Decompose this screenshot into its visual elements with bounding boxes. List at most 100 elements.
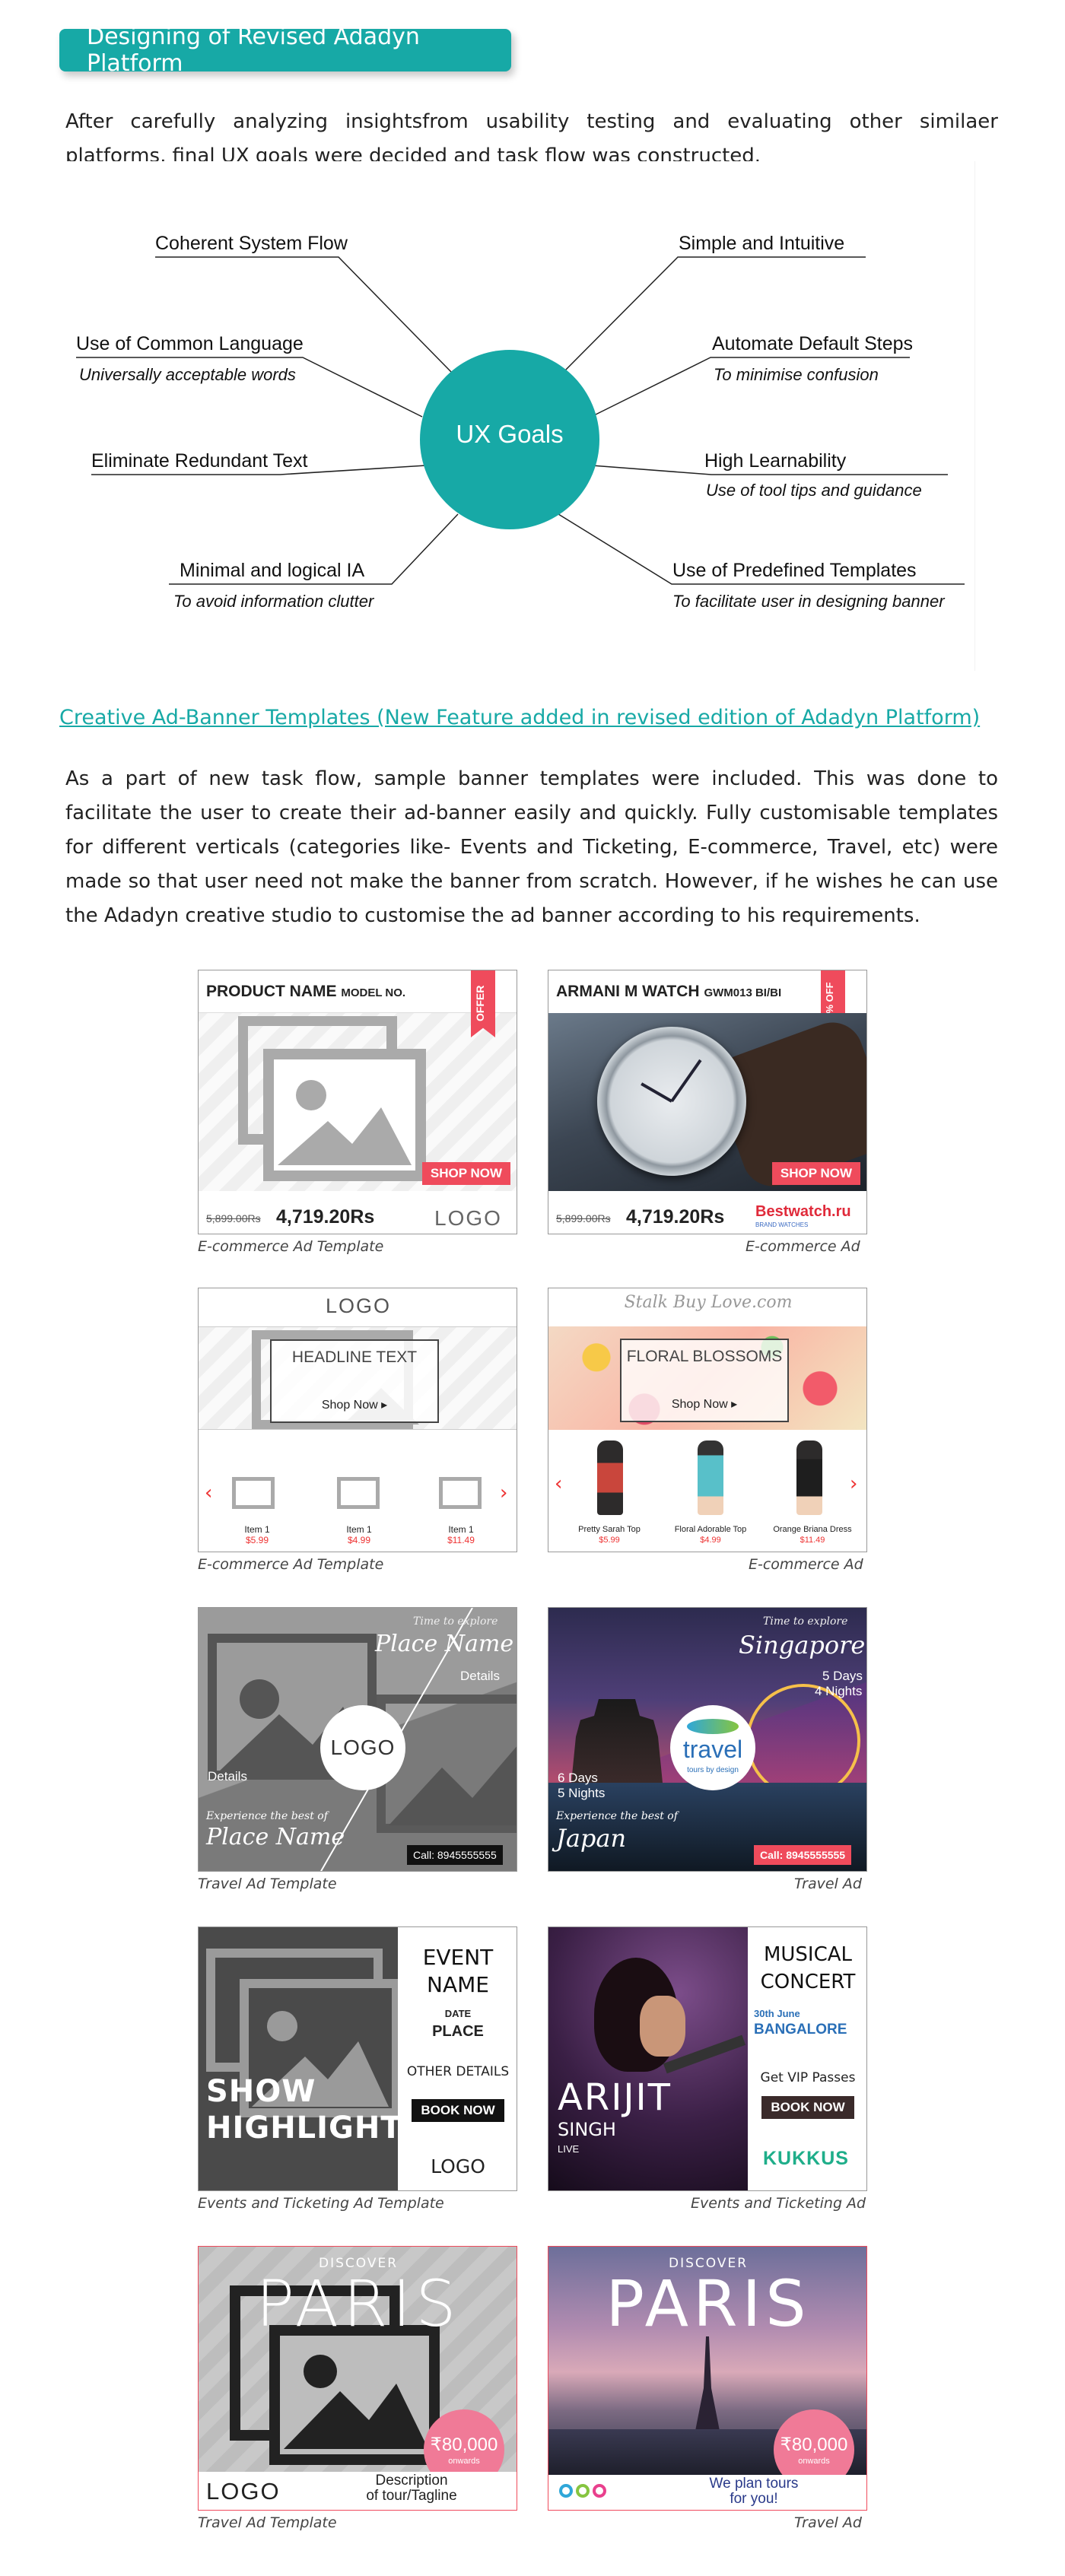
brand-logo: Bestwatch.ru bbox=[755, 1203, 851, 1220]
banner-event: ARIJIT SINGH LIVE MUSICAL CONCERT 30th Ju… bbox=[548, 1926, 867, 2191]
brand-logo-icon bbox=[559, 2484, 608, 2502]
shop-now-link: Shop Now ▸ bbox=[321, 1399, 388, 1412]
logo-subtext: tours by design bbox=[687, 1766, 739, 1774]
brand-logo: Stalk Buy Love.com bbox=[624, 1293, 793, 1312]
old-price: 5,899.00Rs bbox=[556, 1212, 611, 1224]
logo-text: LOGO bbox=[206, 2478, 281, 2505]
templates-section-link[interactable]: Creative Ad-Banner Templates (New Featur… bbox=[59, 706, 980, 729]
floral-hero: FLORAL BLOSSOMS Shop Now ▸ bbox=[548, 1326, 866, 1430]
product-name: ARMANI M WATCH bbox=[556, 983, 700, 1000]
goal-automate-steps: Automate Default Steps bbox=[712, 333, 914, 354]
banner-travel: Time to explore Singapore 5 Days 4 Night… bbox=[548, 1607, 867, 1872]
caption: Travel Ad bbox=[794, 2514, 862, 2531]
item-price: $5.99 bbox=[245, 1535, 269, 1545]
vip-text: Get VIP Passes bbox=[760, 2070, 856, 2085]
details-text: Details bbox=[460, 1669, 500, 1683]
event-date: DATE bbox=[444, 2008, 472, 2019]
model-no: MODEL NO. bbox=[341, 986, 406, 999]
logo-text: travel bbox=[682, 1736, 743, 1763]
item-name: Item 1 bbox=[244, 1524, 270, 1535]
templates-paragraph: As a part of new task flow, sample banne… bbox=[65, 767, 998, 927]
shop-now-link: Shop Now ▸ bbox=[671, 1398, 738, 1411]
goal-minimal-ia: Minimal and logical IA bbox=[180, 560, 365, 581]
book-now-button: BOOK NOW bbox=[412, 2099, 504, 2122]
artist-name: ARIJIT bbox=[558, 2076, 672, 2119]
banner-ecommerce-carousel: Stalk Buy Love.com FLORAL BLOSSOMS Shop … bbox=[548, 1288, 867, 1552]
price-note: onwards bbox=[798, 2457, 830, 2466]
brand-logo: KUKKUS bbox=[763, 2148, 849, 2169]
price-note: onwards bbox=[448, 2457, 480, 2466]
goal-common-language-sub: Universally acceptable words bbox=[79, 365, 296, 384]
tagline: Time to explore bbox=[413, 1615, 498, 1628]
goal-automate-steps-sub: To minimise confusion bbox=[714, 365, 879, 384]
logo-text: LOGO bbox=[431, 2155, 485, 2177]
hero-area: HEADLINE TEXT Shop Now ▸ bbox=[199, 1326, 517, 1430]
item-image-icon bbox=[232, 1477, 275, 1509]
book-now-button: BOOK NOW bbox=[761, 2096, 854, 2119]
product-photo bbox=[698, 1440, 723, 1515]
call-badge: Call: 8945555555 bbox=[407, 1845, 503, 1865]
product-photo bbox=[796, 1440, 822, 1515]
caption: E-commerce Ad bbox=[749, 1556, 863, 1573]
item-image-icon bbox=[439, 1477, 482, 1509]
caption: Travel Ad Template bbox=[198, 1876, 337, 1892]
event-name: EVENT bbox=[422, 1945, 494, 1970]
place-name: Place Name bbox=[375, 1631, 514, 1657]
city-name: PARIS bbox=[256, 2266, 461, 2341]
banner-event-template: SHOW HIGHLIGHT EVENT NAME DATE PLACE OTHER… bbox=[198, 1926, 517, 2191]
ux-goals-center: UX Goals bbox=[456, 420, 564, 448]
other-details: OTHER DETAILS bbox=[406, 2064, 510, 2079]
travel-logo: travel tours by design bbox=[670, 1705, 755, 1790]
place-name: Place Name bbox=[206, 1824, 345, 1850]
event-city: BANGALORE bbox=[754, 2022, 847, 2038]
banner-paris-template: DISCOVER PARIS ₹80,000 onwards LOGO Desc… bbox=[198, 2246, 517, 2511]
duration-days: 6 Days bbox=[558, 1771, 598, 1785]
call-badge: Call: 8945555555 bbox=[754, 1845, 852, 1865]
caption: E-commerce Ad bbox=[746, 1238, 860, 1255]
goal-predefined-templates: Use of Predefined Templates bbox=[672, 560, 917, 581]
item-name: Item 1 bbox=[346, 1524, 372, 1535]
place-name: Singapore bbox=[739, 1631, 866, 1660]
details-text: Details bbox=[208, 1769, 247, 1784]
city-name: PARIS bbox=[606, 2266, 811, 2341]
chevron-left-icon: ‹ bbox=[205, 1482, 213, 1504]
goal-coherent-flow: Coherent System Flow bbox=[155, 233, 348, 254]
caption: E-commerce Ad Template bbox=[198, 1556, 384, 1573]
goal-predefined-templates-sub: To facilitate user in designing banner bbox=[672, 592, 945, 611]
item-price: $4.99 bbox=[347, 1535, 371, 1545]
shop-now-button: SHOP NOW bbox=[422, 1162, 510, 1185]
tagline: Experience the best of bbox=[206, 1810, 328, 1822]
chevron-right-icon: › bbox=[500, 1482, 508, 1504]
ferris-wheel bbox=[746, 1684, 860, 1798]
price: 4,719.20Rs bbox=[626, 1206, 725, 1228]
highlight-line: HIGHLIGHT bbox=[206, 2111, 402, 2146]
banner-ecommerce-watch: ARMANI M WATCH GWM013 BI/BI 20% OFF SHOP… bbox=[548, 970, 867, 1234]
tagline: Time to explore bbox=[763, 1615, 848, 1628]
shop-now-button: SHOP NOW bbox=[772, 1162, 860, 1185]
price: 4,719.20Rs bbox=[276, 1206, 375, 1228]
banner-ecommerce-template: PRODUCT NAME MODEL NO. OFFER SHOP NOW 5,… bbox=[198, 970, 517, 1234]
artist-surname: SINGH bbox=[558, 2119, 616, 2140]
event-title: CONCERT bbox=[760, 1971, 856, 1993]
ux-goals-diagram: UX Goals Coherent System Flow Use of Com… bbox=[65, 161, 975, 671]
image-placeholder-icon bbox=[238, 1016, 426, 1181]
duration-days: 5 Days bbox=[822, 1669, 863, 1683]
goal-simple-intuitive: Simple and Intuitive bbox=[679, 233, 845, 254]
product-photo bbox=[597, 1440, 623, 1515]
headline: FLORAL BLOSSOMS bbox=[626, 1348, 783, 1365]
event-photo-placeholder bbox=[199, 1927, 398, 2190]
chevron-right-icon: › bbox=[850, 1472, 858, 1495]
description: of tour/Tagline bbox=[366, 2488, 457, 2504]
item-name: Orange Briana Dress bbox=[773, 1525, 852, 1534]
tagline: for you! bbox=[730, 2491, 778, 2507]
duration-nights: 5 Nights bbox=[558, 1786, 606, 1800]
price: ₹80,000 bbox=[780, 2435, 848, 2455]
goal-common-language: Use of Common Language bbox=[76, 333, 304, 354]
item-price: $5.99 bbox=[599, 1536, 620, 1545]
item-price: $11.49 bbox=[447, 1535, 475, 1545]
model-no: GWM013 BI/BI bbox=[704, 986, 782, 999]
item-name: Item 1 bbox=[448, 1524, 474, 1535]
description: Description bbox=[375, 2473, 448, 2489]
caption: Events and Ticketing Ad bbox=[691, 2195, 866, 2212]
caption: Events and Ticketing Ad Template bbox=[198, 2195, 444, 2212]
